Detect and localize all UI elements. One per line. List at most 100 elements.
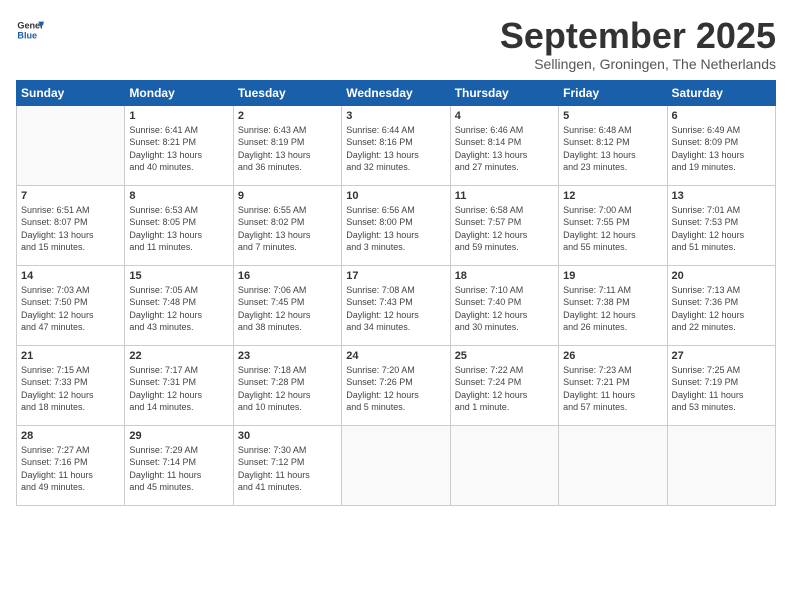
location-subtitle: Sellingen, Groningen, The Netherlands (500, 56, 776, 72)
table-row: 16 Sunrise: 7:06 AMSunset: 7:45 PMDayligh… (233, 265, 341, 345)
day-info: Sunrise: 7:13 AMSunset: 7:36 PMDaylight:… (672, 284, 771, 334)
table-row (17, 105, 125, 185)
svg-text:Blue: Blue (17, 30, 37, 40)
day-info: Sunrise: 6:56 AMSunset: 8:00 PMDaylight:… (346, 204, 445, 254)
day-info: Sunrise: 7:27 AMSunset: 7:16 PMDaylight:… (21, 444, 120, 494)
calendar-week-row: 21Sunrise: 7:15 AMSunset: 7:33 PMDayligh… (17, 345, 776, 425)
table-row: 19 Sunrise: 7:11 AMSunset: 7:38 PMDayligh… (559, 265, 667, 345)
table-row: 8 Sunrise: 6:53 AMSunset: 8:05 PMDaylight… (125, 185, 233, 265)
day-number: 1 (129, 110, 228, 122)
header-sunday: Sunday (17, 80, 125, 105)
day-number: 4 (455, 110, 554, 122)
day-number: 27 (672, 350, 771, 362)
day-number: 11 (455, 190, 554, 202)
table-row: 20 Sunrise: 7:13 AMSunset: 7:36 PMDayligh… (667, 265, 775, 345)
title-block: September 2025 Sellingen, Groningen, The… (500, 16, 776, 72)
day-number: 18 (455, 270, 554, 282)
table-row: 12Sunrise: 7:00 AMSunset: 7:55 PMDayligh… (559, 185, 667, 265)
day-info: Sunrise: 6:48 AMSunset: 8:12 PMDaylight:… (563, 124, 662, 174)
calendar-header-row: Sunday Monday Tuesday Wednesday Thursday… (17, 80, 776, 105)
table-row: 22 Sunrise: 7:17 AMSunset: 7:31 PMDayligh… (125, 345, 233, 425)
day-number: 30 (238, 430, 337, 442)
table-row: 3Sunrise: 6:44 AMSunset: 8:16 PMDaylight… (342, 105, 450, 185)
day-info: Sunrise: 7:05 AMSunset: 7:48 PMDaylight:… (129, 284, 228, 334)
table-row: 25 Sunrise: 7:22 AMSunset: 7:24 PMDayligh… (450, 345, 558, 425)
day-number: 15 (129, 270, 228, 282)
day-number: 2 (238, 110, 337, 122)
day-number: 6 (672, 110, 771, 122)
logo-icon: General Blue (16, 16, 44, 44)
day-number: 7 (21, 190, 120, 202)
day-number: 5 (563, 110, 662, 122)
day-number: 23 (238, 350, 337, 362)
table-row: 6 Sunrise: 6:49 AMSunset: 8:09 PMDaylight… (667, 105, 775, 185)
table-row: 30 Sunrise: 7:30 AMSunset: 7:12 PMDayligh… (233, 425, 341, 505)
table-row: 26Sunrise: 7:23 AMSunset: 7:21 PMDayligh… (559, 345, 667, 425)
day-number: 8 (129, 190, 228, 202)
day-info: Sunrise: 7:18 AMSunset: 7:28 PMDaylight:… (238, 364, 337, 414)
table-row: 11 Sunrise: 6:58 AMSunset: 7:57 PMDayligh… (450, 185, 558, 265)
table-row: 15 Sunrise: 7:05 AMSunset: 7:48 PMDayligh… (125, 265, 233, 345)
day-info: Sunrise: 7:08 AMSunset: 7:43 PMDaylight:… (346, 284, 445, 334)
table-row (450, 425, 558, 505)
day-info: Sunrise: 7:10 AMSunset: 7:40 PMDaylight:… (455, 284, 554, 334)
header-tuesday: Tuesday (233, 80, 341, 105)
logo: General Blue (16, 16, 44, 44)
table-row (342, 425, 450, 505)
table-row: 4 Sunrise: 6:46 AMSunset: 8:14 PMDaylight… (450, 105, 558, 185)
table-row: 29Sunrise: 7:29 AMSunset: 7:14 PMDayligh… (125, 425, 233, 505)
day-number: 10 (346, 190, 445, 202)
day-number: 16 (238, 270, 337, 282)
day-info: Sunrise: 7:20 AMSunset: 7:26 PMDaylight:… (346, 364, 445, 414)
day-number: 13 (672, 190, 771, 202)
day-number: 14 (21, 270, 120, 282)
day-number: 24 (346, 350, 445, 362)
table-row: 14Sunrise: 7:03 AMSunset: 7:50 PMDayligh… (17, 265, 125, 345)
calendar-week-row: 1Sunrise: 6:41 AMSunset: 8:21 PMDaylight… (17, 105, 776, 185)
day-info: Sunrise: 6:53 AMSunset: 8:05 PMDaylight:… (129, 204, 228, 254)
day-info: Sunrise: 6:55 AMSunset: 8:02 PMDaylight:… (238, 204, 337, 254)
table-row: 23 Sunrise: 7:18 AMSunset: 7:28 PMDayligh… (233, 345, 341, 425)
calendar-table: Sunday Monday Tuesday Wednesday Thursday… (16, 80, 776, 506)
day-info: Sunrise: 7:17 AMSunset: 7:31 PMDaylight:… (129, 364, 228, 414)
day-number: 29 (129, 430, 228, 442)
table-row: 24 Sunrise: 7:20 AMSunset: 7:26 PMDayligh… (342, 345, 450, 425)
table-row: 10 Sunrise: 6:56 AMSunset: 8:00 PMDayligh… (342, 185, 450, 265)
day-number: 22 (129, 350, 228, 362)
day-number: 20 (672, 270, 771, 282)
day-info: Sunrise: 7:01 AMSunset: 7:53 PMDaylight:… (672, 204, 771, 254)
table-row: 1Sunrise: 6:41 AMSunset: 8:21 PMDaylight… (125, 105, 233, 185)
day-info: Sunrise: 7:23 AMSunset: 7:21 PMDaylight:… (563, 364, 662, 414)
table-row: 17 Sunrise: 7:08 AMSunset: 7:43 PMDayligh… (342, 265, 450, 345)
day-info: Sunrise: 6:51 AMSunset: 8:07 PMDaylight:… (21, 204, 120, 254)
day-info: Sunrise: 7:11 AMSunset: 7:38 PMDaylight:… (563, 284, 662, 334)
day-number: 21 (21, 350, 120, 362)
day-number: 17 (346, 270, 445, 282)
header-wednesday: Wednesday (342, 80, 450, 105)
page-header: General Blue September 2025 Sellingen, G… (16, 16, 776, 72)
day-info: Sunrise: 7:06 AMSunset: 7:45 PMDaylight:… (238, 284, 337, 334)
day-number: 25 (455, 350, 554, 362)
header-monday: Monday (125, 80, 233, 105)
day-info: Sunrise: 7:30 AMSunset: 7:12 PMDaylight:… (238, 444, 337, 494)
day-number: 19 (563, 270, 662, 282)
day-info: Sunrise: 6:49 AMSunset: 8:09 PMDaylight:… (672, 124, 771, 174)
table-row: 28 Sunrise: 7:27 AMSunset: 7:16 PMDayligh… (17, 425, 125, 505)
table-row: 27 Sunrise: 7:25 AMSunset: 7:19 PMDayligh… (667, 345, 775, 425)
table-row: 2Sunrise: 6:43 AMSunset: 8:19 PMDaylight… (233, 105, 341, 185)
day-info: Sunrise: 6:46 AMSunset: 8:14 PMDaylight:… (455, 124, 554, 174)
table-row: 9 Sunrise: 6:55 AMSunset: 8:02 PMDaylight… (233, 185, 341, 265)
day-number: 3 (346, 110, 445, 122)
table-row: 21Sunrise: 7:15 AMSunset: 7:33 PMDayligh… (17, 345, 125, 425)
day-number: 9 (238, 190, 337, 202)
table-row: 7 Sunrise: 6:51 AMSunset: 8:07 PMDaylight… (17, 185, 125, 265)
calendar-week-row: 7 Sunrise: 6:51 AMSunset: 8:07 PMDaylight… (17, 185, 776, 265)
day-info: Sunrise: 7:22 AMSunset: 7:24 PMDaylight:… (455, 364, 554, 414)
day-info: Sunrise: 7:25 AMSunset: 7:19 PMDaylight:… (672, 364, 771, 414)
calendar-week-row: 28 Sunrise: 7:27 AMSunset: 7:16 PMDayligh… (17, 425, 776, 505)
header-thursday: Thursday (450, 80, 558, 105)
day-number: 28 (21, 430, 120, 442)
table-row (667, 425, 775, 505)
day-info: Sunrise: 6:58 AMSunset: 7:57 PMDaylight:… (455, 204, 554, 254)
header-saturday: Saturday (667, 80, 775, 105)
